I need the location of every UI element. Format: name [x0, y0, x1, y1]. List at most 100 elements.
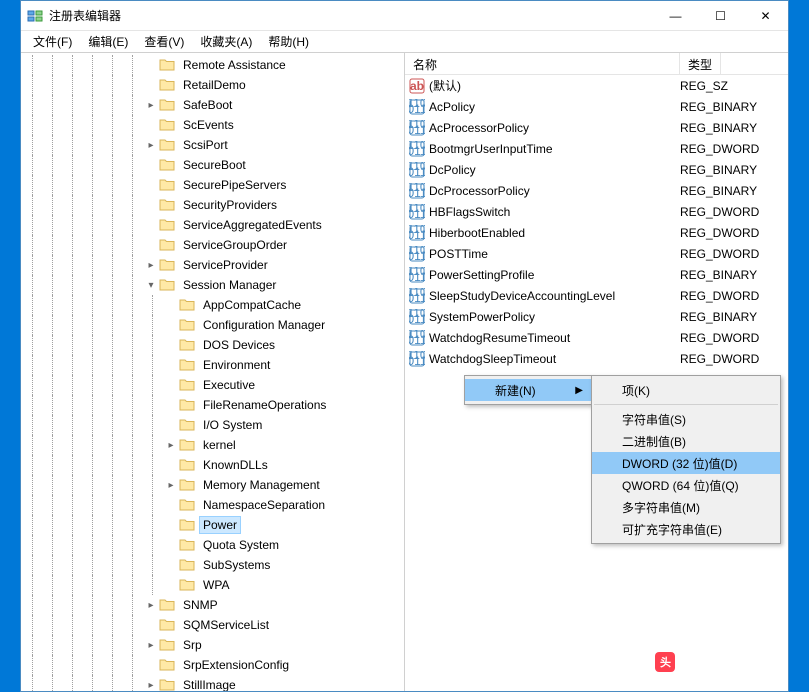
list-item[interactable]: 110011POSTTimeREG_DWORD: [405, 243, 788, 264]
tree-item[interactable]: ▸ SafeBoot: [23, 95, 404, 115]
tree-expander-icon[interactable]: ▸: [143, 597, 159, 613]
tree-item[interactable]: ▸Memory Management: [23, 475, 404, 495]
list-item[interactable]: 110011DcProcessorPolicyREG_BINARY: [405, 180, 788, 201]
tree-item[interactable]: I/O System: [23, 415, 404, 435]
tree-label: Quota System: [199, 536, 283, 554]
tree-expander-icon[interactable]: ▸: [143, 257, 159, 273]
tree-label: Configuration Manager: [199, 316, 329, 334]
tree-label: AppCompatCache: [199, 296, 305, 314]
menu-item-0[interactable]: 文件(F): [25, 31, 80, 52]
tree-pane[interactable]: Remote Assistance RetailDemo ▸ SafeBootScEv…: [21, 53, 405, 691]
list-item[interactable]: 110011AcPolicyREG_BINARY: [405, 96, 788, 117]
tree-expander-icon[interactable]: ▸: [143, 677, 159, 691]
list-item[interactable]: 110011AcProcessorPolicyREG_BINARY: [405, 117, 788, 138]
list-item[interactable]: ab(默认)REG_SZ: [405, 75, 788, 96]
tree-label: Remote Assistance: [179, 56, 290, 74]
svg-text:011: 011: [409, 312, 425, 325]
minimize-button[interactable]: —: [653, 1, 698, 31]
tree-expander-icon[interactable]: ▾: [143, 277, 159, 293]
tree-item[interactable]: ▸kernel: [23, 435, 404, 455]
tree-item[interactable]: KnownDLLs: [23, 455, 404, 475]
tree-expander-icon[interactable]: ▸: [143, 97, 159, 113]
tree-item[interactable]: ▸StillImage: [23, 675, 404, 691]
tree-item[interactable]: SecureBoot: [23, 155, 404, 175]
tree-expander-icon: [163, 377, 179, 393]
tree-item[interactable]: ScEvents: [23, 115, 404, 135]
tree-item[interactable]: Environment: [23, 355, 404, 375]
value-type: REG_DWORD: [680, 289, 759, 303]
tree-item[interactable]: Executive: [23, 375, 404, 395]
tree-item[interactable]: SQMServiceList: [23, 615, 404, 635]
tree-item[interactable]: SubSystems: [23, 555, 404, 575]
list-item[interactable]: 110011SleepStudyDeviceAccountingLevelREG…: [405, 285, 788, 306]
tree-item[interactable]: DOS Devices: [23, 335, 404, 355]
tree-item[interactable]: SecurityProviders: [23, 195, 404, 215]
ctx-new[interactable]: 新建(N) ▶: [465, 379, 591, 401]
tree-item[interactable]: SrpExtensionConfig: [23, 655, 404, 675]
ctx-item[interactable]: QWORD (64 位)值(Q): [592, 474, 780, 496]
folder-icon: [159, 138, 175, 152]
list-pane[interactable]: 名称 类型 ab(默认)REG_SZ110011AcPolicyREG_BINA…: [405, 53, 788, 691]
tree-item[interactable]: ▾ Session Manager: [23, 275, 404, 295]
menu-item-1[interactable]: 编辑(E): [80, 31, 136, 52]
close-button[interactable]: ✕: [743, 1, 788, 31]
tree-item[interactable]: Remote Assistance: [23, 55, 404, 75]
tree-item[interactable]: FileRenameOperations: [23, 395, 404, 415]
tree-item[interactable]: ▸Srp: [23, 635, 404, 655]
tree-expander-icon: [143, 197, 159, 213]
value-name: BootmgrUserInputTime: [429, 142, 680, 156]
app-icon: [27, 8, 43, 24]
tree-item[interactable]: NamespaceSeparation: [23, 495, 404, 515]
tree-expander-icon[interactable]: ▸: [163, 477, 179, 493]
tree-expander-icon: [163, 317, 179, 333]
tree-item[interactable]: ServiceAggregatedEvents: [23, 215, 404, 235]
svg-text:011: 011: [409, 354, 425, 367]
tree-label: FileRenameOperations: [199, 396, 330, 414]
menu-item-2[interactable]: 查看(V): [136, 31, 192, 52]
tree-item[interactable]: ▸ServiceProvider: [23, 255, 404, 275]
svg-text:011: 011: [409, 123, 425, 136]
maximize-button[interactable]: ☐: [698, 1, 743, 31]
list-item[interactable]: 110011BootmgrUserInputTimeREG_DWORD: [405, 138, 788, 159]
submenu-arrow-icon: ▶: [575, 385, 583, 396]
list-item[interactable]: 110011WatchdogSleepTimeoutREG_DWORD: [405, 348, 788, 369]
menu-item-4[interactable]: 帮助(H): [260, 31, 317, 52]
tree-expander-icon: [163, 297, 179, 313]
list-item[interactable]: 110011WatchdogResumeTimeoutREG_DWORD: [405, 327, 788, 348]
ctx-item[interactable]: 二进制值(B): [592, 430, 780, 452]
folder-icon: [159, 278, 175, 292]
tree-label: SafeBoot: [179, 96, 236, 114]
ctx-item[interactable]: 可扩充字符串值(E): [592, 518, 780, 540]
tree-item[interactable]: Configuration Manager: [23, 315, 404, 335]
tree-label: SecurePipeServers: [179, 176, 290, 194]
tree-label: RetailDemo: [179, 76, 250, 94]
ctx-item[interactable]: 多字符串值(M): [592, 496, 780, 518]
tree-item[interactable]: ServiceGroupOrder: [23, 235, 404, 255]
list-item[interactable]: 110011HBFlagsSwitchREG_DWORD: [405, 201, 788, 222]
list-item[interactable]: 110011DcPolicyREG_BINARY: [405, 159, 788, 180]
context-menu-new: 新建(N) ▶: [464, 375, 592, 405]
ctx-item[interactable]: DWORD (32 位)值(D): [592, 452, 780, 474]
svg-text:011: 011: [409, 165, 425, 178]
tree-label: Session Manager: [179, 276, 280, 294]
tree-expander-icon[interactable]: ▸: [143, 637, 159, 653]
ctx-item[interactable]: 字符串值(S): [592, 408, 780, 430]
tree-item[interactable]: RetailDemo: [23, 75, 404, 95]
value-type-icon: 110011: [409, 351, 425, 367]
list-item[interactable]: 110011HiberbootEnabledREG_DWORD: [405, 222, 788, 243]
tree-item[interactable]: ▸ScsiPort: [23, 135, 404, 155]
ctx-item[interactable]: 项(K): [592, 379, 780, 401]
tree-item[interactable]: ▸SNMP: [23, 595, 404, 615]
tree-item[interactable]: Power: [23, 515, 404, 535]
tree-item[interactable]: WPA: [23, 575, 404, 595]
tree-expander-icon[interactable]: ▸: [163, 437, 179, 453]
tree-item[interactable]: Quota System: [23, 535, 404, 555]
tree-item[interactable]: AppCompatCache: [23, 295, 404, 315]
column-name[interactable]: 名称: [405, 53, 680, 74]
tree-item[interactable]: SecurePipeServers: [23, 175, 404, 195]
list-item[interactable]: 110011PowerSettingProfileREG_BINARY: [405, 264, 788, 285]
list-item[interactable]: 110011SystemPowerPolicyREG_BINARY: [405, 306, 788, 327]
menu-item-3[interactable]: 收藏夹(A): [192, 31, 260, 52]
column-type[interactable]: 类型: [680, 53, 721, 74]
tree-expander-icon[interactable]: ▸: [143, 137, 159, 153]
